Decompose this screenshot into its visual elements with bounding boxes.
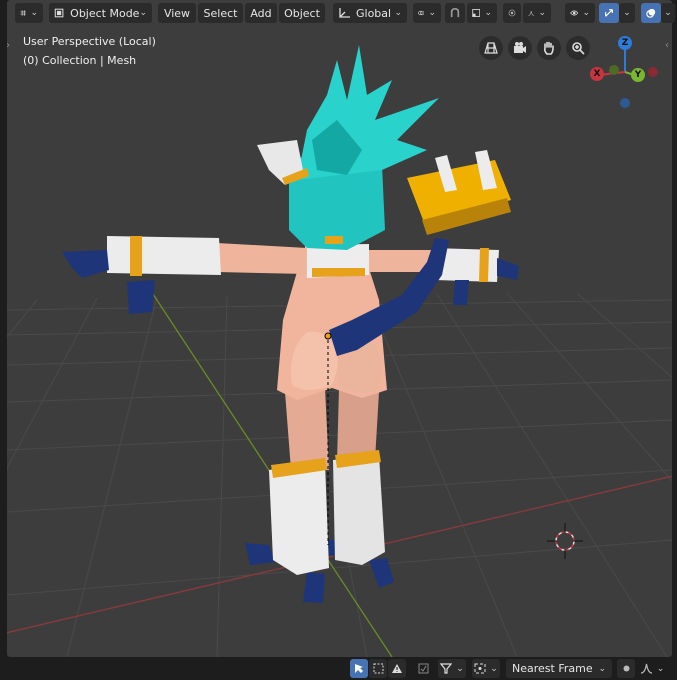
proportional-falloff-dropdown[interactable]: ⌄: [523, 3, 551, 23]
viewport-header: ⌄ Object Mode ⌄ View Select Add Object G…: [7, 3, 675, 25]
menu-select[interactable]: Select: [198, 3, 243, 23]
overlay-toggle[interactable]: [641, 3, 661, 23]
pivot-point-dropdown[interactable]: ⌄: [413, 3, 441, 23]
gizmo-dropdown[interactable]: ⌄: [619, 3, 635, 23]
select-tool-button[interactable]: [350, 659, 368, 678]
gizmo-icon: [605, 9, 613, 17]
snapping-dropdown[interactable]: ⌄: [472, 659, 500, 678]
mode-dropdown[interactable]: Object Mode ⌄: [49, 3, 152, 23]
menu-add[interactable]: Add: [245, 3, 277, 23]
gizmo-y-axis[interactable]: Y: [631, 68, 645, 82]
playback-mode-label: Nearest Frame: [512, 662, 593, 675]
pivot-icon: [418, 10, 425, 16]
menu-object[interactable]: Object: [279, 3, 325, 23]
proportional-edit-toggle[interactable]: [503, 3, 521, 23]
navigation-gizmo[interactable]: [598, 45, 658, 108]
filter-icon: [440, 663, 453, 674]
select-box-icon: [373, 663, 383, 674]
interpolation-dropdown[interactable]: ⌄: [637, 659, 667, 678]
mode-label: Object Mode: [70, 6, 140, 20]
chevron-down-icon: ⌄: [582, 8, 590, 18]
pan-view-button[interactable]: [537, 36, 561, 60]
camera-icon: [514, 42, 526, 53]
snap-target-icon: [472, 9, 481, 17]
snap-toggle[interactable]: [445, 3, 465, 23]
camera-slot-button[interactable]: [414, 659, 432, 678]
right-region-arrow-icon[interactable]: ‹: [665, 40, 669, 51]
select-cursor-icon: [354, 664, 363, 673]
filter-dropdown[interactable]: ⌄: [438, 659, 466, 678]
viewport-scene: [7, 45, 672, 657]
character-mesh[interactable]: [62, 45, 519, 603]
grid-view-icon: [484, 42, 498, 54]
orientation-label: Global: [356, 6, 392, 20]
snap-frame-icon: [474, 663, 486, 674]
falloff-curve-icon: [640, 663, 652, 674]
chevron-down-icon: ⌄: [623, 8, 631, 18]
object-mode-icon: [54, 8, 64, 18]
playback-mode-dropdown[interactable]: Nearest Frame ⌄: [506, 659, 612, 678]
warning-icon: [392, 664, 402, 673]
chevron-down-icon: ⌄: [490, 663, 498, 674]
chevron-down-icon: ⌄: [456, 663, 464, 674]
keying-toggle[interactable]: [617, 659, 635, 678]
chevron-down-icon: ⌄: [30, 8, 38, 18]
object-visibility-dropdown[interactable]: ⌄: [565, 3, 595, 23]
chevron-down-icon: ⌄: [428, 8, 436, 18]
gizmo-x-axis[interactable]: X: [590, 67, 604, 81]
editor-type-button[interactable]: ⌄: [15, 3, 43, 23]
select-box-button[interactable]: [369, 659, 387, 678]
keying-dot-icon: [623, 665, 629, 672]
chevron-down-icon: ⌄: [538, 8, 546, 18]
grid-view-button[interactable]: [479, 36, 503, 60]
perspective-label: User Perspective (Local): [23, 35, 156, 48]
gizmo-z-axis[interactable]: Z: [618, 36, 632, 50]
chevron-down-icon: ⌄: [664, 8, 672, 18]
gizmo-x-label: X: [593, 69, 601, 79]
3d-cursor[interactable]: [547, 523, 583, 559]
chevron-down-icon: ⌄: [394, 8, 402, 18]
left-region-arrow-icon[interactable]: ›: [7, 40, 10, 51]
collection-label: (0) Collection | Mesh: [23, 54, 137, 67]
overlay-icon: [646, 8, 656, 18]
chevron-down-icon: ⌄: [598, 663, 606, 674]
orientation-icon: [339, 8, 350, 18]
zoom-icon: [572, 42, 585, 55]
eye-icon: [570, 10, 579, 16]
warning-button[interactable]: [388, 659, 406, 678]
camera-view-button[interactable]: [508, 36, 532, 60]
snap-target-dropdown[interactable]: ⌄: [467, 3, 497, 23]
3d-viewport[interactable]: Z X Y User Perspective (Local) (0) Colle…: [7, 0, 672, 657]
chevron-down-icon: ⌄: [656, 663, 665, 674]
falloff-curve-icon: [528, 10, 534, 16]
transform-orientation-dropdown[interactable]: Global ⌄: [333, 3, 407, 23]
chevron-down-icon: ⌄: [484, 8, 492, 18]
hand-pan-icon: [543, 41, 554, 55]
snap-icon: [450, 7, 460, 18]
gizmo-toggle[interactable]: [599, 3, 619, 23]
frame-icon: [418, 663, 428, 674]
timeline-header: ⌄ ⌄ Nearest Frame ⌄ ⌄: [0, 657, 677, 680]
chevron-down-icon: ⌄: [139, 8, 147, 18]
zoom-view-button[interactable]: [566, 36, 590, 60]
gizmo-z-label: Z: [621, 38, 629, 48]
gizmo-y-label: Y: [634, 70, 642, 80]
editor-type-icon: [20, 10, 26, 16]
menu-view[interactable]: View: [158, 3, 196, 23]
proportional-edit-icon: [508, 9, 516, 17]
overlay-dropdown[interactable]: ⌄: [661, 3, 675, 23]
